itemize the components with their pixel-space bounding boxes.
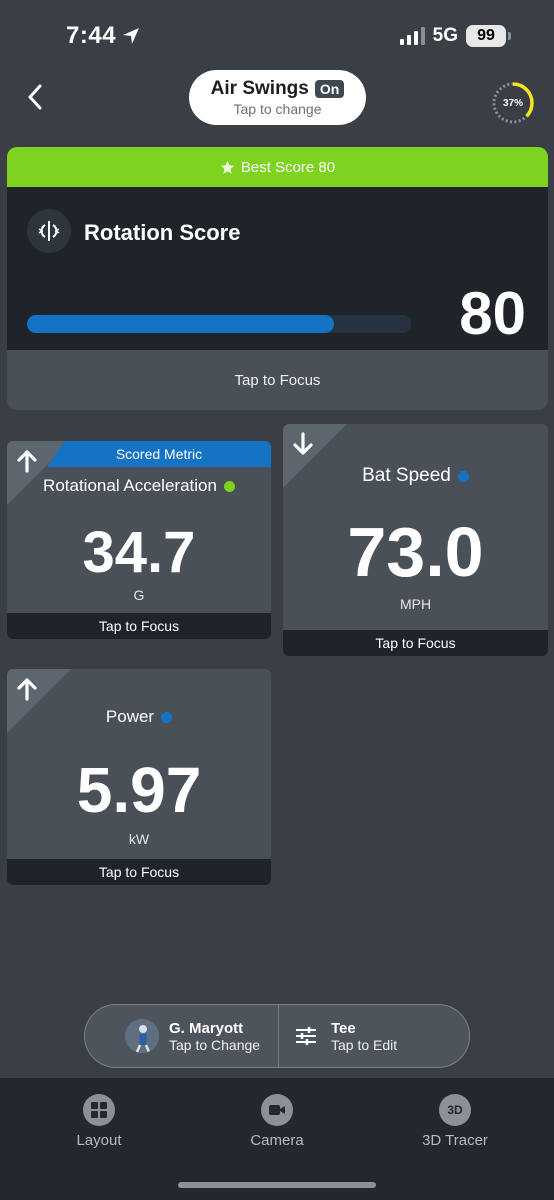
nav-label: Layout [76,1132,122,1149]
camera-icon [261,1094,293,1126]
player-setup-selector: G. Maryott Tap to Change Tee Tap to Edit [84,1004,470,1068]
player-action: Tap to Change [169,1036,261,1053]
metric-card-power[interactable]: Power 5.97 kW Tap to Focus [7,669,271,885]
arrow-up-icon [17,450,37,473]
metric-value: 73.0 [347,513,484,591]
metric-name: Rotational Acceleration [43,476,217,495]
battery-level: 99 [477,27,495,44]
battery-icon: 99 [466,25,511,47]
arrow-up-icon [17,678,37,701]
mode-title: Air Swings [210,78,309,99]
rotation-score-card[interactable]: Best Score 80 Rotation Score 80 Tap to F… [7,147,548,410]
metric-status-dot [457,470,469,482]
mode-selector[interactable]: Air Swings On Tap to change [189,70,366,125]
metric-status-dot [223,480,235,492]
mode-subtitle: Tap to change [233,101,322,117]
rotation-icon [27,209,71,253]
nav-item-3d-tracer[interactable]: 3D 3D Tracer [395,1094,515,1149]
metric-name-row: Power [7,707,271,727]
metric-value: 5.97 [76,754,202,826]
3d-icon: 3D [439,1094,471,1126]
metric-name-row: Rotational Acceleration [7,476,271,496]
rotation-score-title: Rotation Score [84,220,241,245]
home-indicator[interactable] [178,1182,376,1188]
status-time: 7:44 [66,22,140,50]
metric-status-dot [161,711,173,723]
metric-card-bat-speed[interactable]: Bat Speed 73.0 MPH Tap to Focus [283,424,548,656]
score-bar [27,315,411,333]
status-bar: 7:44 5G 99 [0,0,554,70]
location-arrow-icon [123,28,140,44]
player-selector[interactable]: G. Maryott Tap to Change [85,1005,279,1067]
progress-percent: 37% [502,97,523,109]
metric-focus-button[interactable]: Tap to Focus [283,630,548,656]
setup-text: Tee Tap to Edit [331,1020,397,1053]
metric-name: Power [105,707,155,726]
metric-focus-button[interactable]: Tap to Focus [7,613,271,639]
mode-title-row: Air Swings On [211,78,345,100]
metric-unit: G [133,587,145,603]
layout-icon [83,1094,115,1126]
best-score-banner: Best Score 80 [7,147,548,187]
star-icon [220,160,235,174]
setup-action: Tap to Edit [331,1036,398,1053]
player-name: G. Maryott [169,1019,244,1037]
rotation-score-value: 80 [459,280,526,347]
metric-unit: MPH [399,596,432,612]
setup-selector[interactable]: Tee Tap to Edit [279,1020,397,1053]
score-body: Rotation Score 80 [7,187,548,350]
chevron-left-icon [28,84,42,110]
metric-name: Bat Speed [362,465,451,486]
metric-focus-button[interactable]: Tap to Focus [7,859,271,885]
time-text: 7:44 [66,22,117,49]
back-button[interactable] [20,80,50,114]
network-label: 5G [432,25,458,46]
score-focus-button[interactable]: Tap to Focus [7,350,548,410]
best-score-label: Best Score 80 [240,158,336,176]
nav-item-camera[interactable]: Camera [217,1094,337,1149]
status-indicators: 5G 99 [399,25,511,47]
metric-unit: kW [128,831,150,847]
setup-name: Tee [331,1019,356,1037]
arrow-down-icon [293,432,313,455]
rotation-glyph [38,221,60,241]
metric-name-row: Bat Speed [283,465,548,487]
sliders-icon [296,1027,316,1045]
player-text: G. Maryott Tap to Change [169,1020,260,1053]
metric-card-rotational-acceleration[interactable]: Scored Metric Rotational Acceleration 34… [7,441,271,639]
nav-label: 3D Tracer [422,1132,488,1149]
metric-value: 34.7 [82,520,196,585]
scored-metric-ribbon: Scored Metric [47,441,271,467]
session-progress-ring[interactable]: 37% [490,80,536,126]
player-avatar [125,1019,159,1053]
score-bar-fill [27,315,335,333]
layout-grid-glyph [91,1102,107,1118]
nav-label: Camera [250,1132,304,1149]
mode-status-badge: On [314,80,345,98]
signal-icon [399,27,425,45]
player-avatar-graphic [125,1019,159,1053]
nav-item-layout[interactable]: Layout [39,1094,159,1149]
camera-glyph [269,1105,285,1115]
